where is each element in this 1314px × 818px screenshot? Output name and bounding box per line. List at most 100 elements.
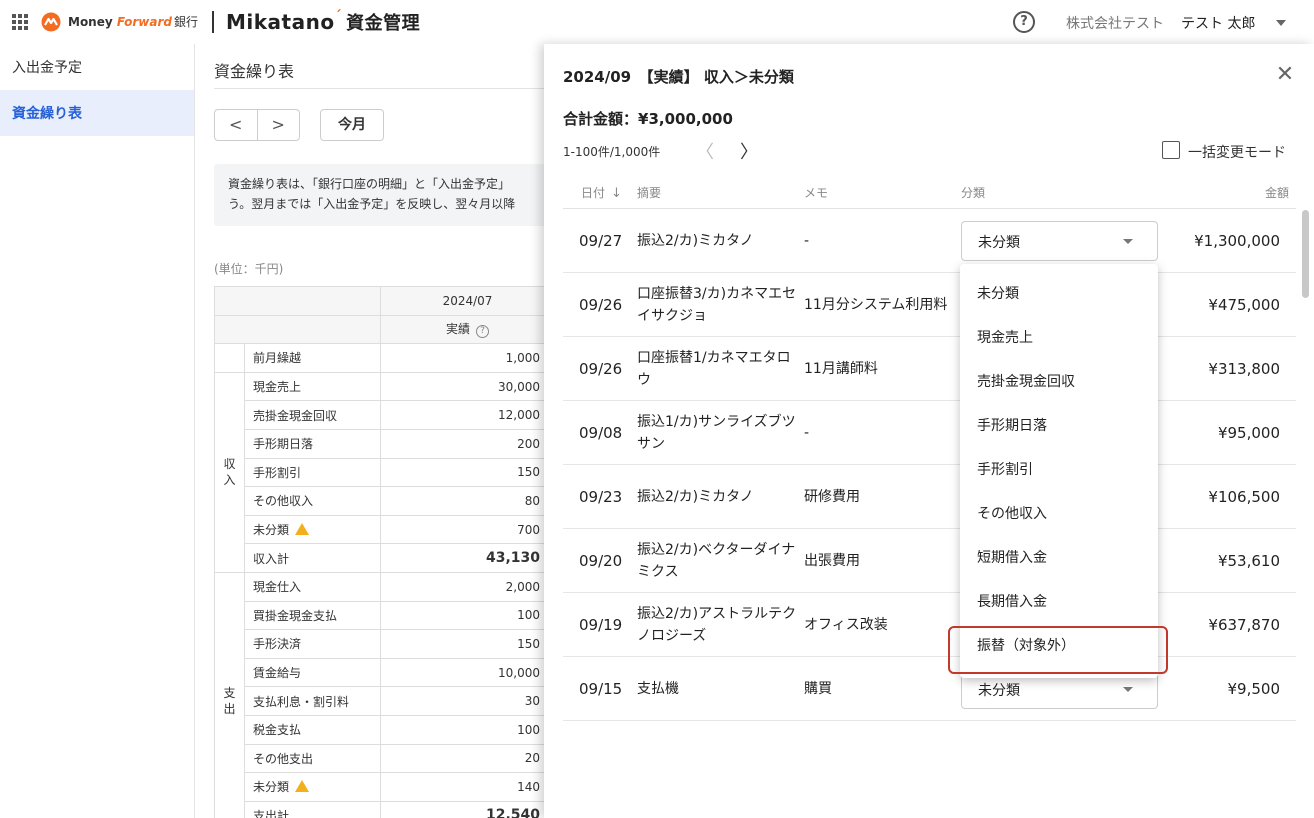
row-label: 未分類 xyxy=(244,514,381,545)
table-row: 支出 現金仕入 2,000 xyxy=(214,571,555,818)
dropdown-option[interactable]: 売掛金現金回収 xyxy=(960,360,1158,404)
row-date: 09/08 xyxy=(579,423,623,442)
user-menu-caret-icon[interactable] xyxy=(1276,20,1286,26)
table-row: 09/15 支払機 購買 未分類 ¥9,500 xyxy=(563,657,1296,721)
dropdown-option[interactable]: 短期借入金 xyxy=(960,536,1158,580)
row-value[interactable]: 30,000 xyxy=(380,371,555,402)
row-label: 手形期日落 xyxy=(244,428,381,459)
row-value[interactable]: 2,000 xyxy=(380,571,555,602)
row-value[interactable]: 20 xyxy=(380,743,555,774)
dropdown-option[interactable]: 長期借入金 xyxy=(960,580,1158,624)
row-value[interactable]: 80 xyxy=(380,486,555,516)
dropdown-option[interactable]: 未分類 xyxy=(960,272,1158,316)
category-select[interactable]: 未分類 xyxy=(961,221,1158,261)
row-label: 買掛金現金支払 xyxy=(244,600,381,631)
table-header-row: 2024/07 xyxy=(214,286,555,316)
row-value: 43,130 xyxy=(380,543,555,573)
total-amount: 合計金額：¥3,000,000 xyxy=(563,110,733,128)
app-grid-icon[interactable] xyxy=(12,14,28,30)
row-value[interactable]: 100 xyxy=(380,600,555,631)
caret-down-icon xyxy=(1123,239,1133,244)
app-header: Money Forward 銀行 Mikatano´ 資金管理 ? 株式会社テスト … xyxy=(0,0,1314,44)
row-date: 09/26 xyxy=(579,295,623,314)
next-page-icon[interactable]: 〉 xyxy=(740,138,758,164)
row-description: 振込2/カ)ミカタノ xyxy=(637,232,754,249)
caret-down-icon xyxy=(1123,687,1133,692)
help-icon[interactable]: ? xyxy=(1013,11,1035,33)
actual-header: 実績? xyxy=(380,314,555,345)
column-date[interactable]: 日付 ↓ xyxy=(581,184,622,201)
row-value[interactable]: 12,000 xyxy=(380,400,555,430)
dropdown-option[interactable]: その他収入 xyxy=(960,492,1158,536)
row-value[interactable]: 150 xyxy=(380,457,555,488)
month-header: 2024/07 xyxy=(380,286,555,316)
table-row: 手形割引 150 xyxy=(215,457,555,488)
table-row: 買掛金現金支払 100 xyxy=(215,600,555,631)
info-line-1: 資金繰り表は、「銀行口座の明細」と「入出金予定」 xyxy=(228,177,511,191)
user-name[interactable]: テスト 太郎 xyxy=(1181,13,1255,33)
row-memo: オフィス改装 xyxy=(804,616,888,633)
page-title: 資金繰り表 xyxy=(214,62,295,81)
row-date: 09/15 xyxy=(579,679,623,698)
row-memo: 購買 xyxy=(804,680,832,697)
row-date: 09/26 xyxy=(579,359,623,378)
row-amount: ¥53,610 xyxy=(1217,551,1280,570)
cashflow-table: 2024/07 実績? 前月繰越 1,000 収入 現金売上 30,000 売掛… xyxy=(214,286,555,818)
row-label: 支払利息・割引料 xyxy=(244,686,381,716)
row-label: 賃金給与 xyxy=(244,657,381,688)
highlight-box xyxy=(948,626,1168,674)
row-value[interactable]: 30 xyxy=(380,686,555,716)
table-row: 収入 現金売上 30,000 xyxy=(214,371,555,573)
row-value[interactable]: 700 xyxy=(380,514,555,545)
sidebar-item-schedule[interactable]: 入出金予定 xyxy=(0,44,194,90)
sort-down-icon[interactable]: ↓ xyxy=(611,186,622,201)
table-row: その他収入 80 xyxy=(215,486,555,516)
column-amount: 金額 xyxy=(1265,186,1290,200)
row-value[interactable]: 10,000 xyxy=(380,657,555,688)
help-icon[interactable]: ? xyxy=(476,325,489,339)
dropdown-option[interactable]: 現金売上 xyxy=(960,316,1158,360)
expense-group-label: 支出 xyxy=(214,571,245,818)
row-label: 収入計 xyxy=(244,543,381,573)
row-value[interactable]: 200 xyxy=(380,428,555,459)
row-memo: 11月分システム利用料 xyxy=(804,296,948,313)
dropdown-option[interactable]: 手形期日落 xyxy=(960,404,1158,448)
row-label: 支出計 xyxy=(244,800,381,818)
table-subheader-row: 実績? xyxy=(214,314,555,345)
row-memo: - xyxy=(804,232,810,249)
bulk-change-checkbox[interactable] xyxy=(1162,141,1180,159)
category-select-value: 未分類 xyxy=(978,683,1020,699)
transactions-drawer: 2024/09 【実績】 収入＞未分類 ✕ 合計金額：¥3,000,000 1-… xyxy=(544,44,1314,818)
row-description: 振込1/カ)サンライズブツサン xyxy=(637,413,796,452)
close-icon[interactable]: ✕ xyxy=(1274,64,1296,86)
row-date: 09/23 xyxy=(579,487,623,506)
this-month-button[interactable]: 今月 xyxy=(320,109,384,141)
column-category: 分類 xyxy=(961,186,986,200)
company-name: 株式会社テスト xyxy=(1066,16,1164,32)
row-value[interactable]: 140 xyxy=(380,772,555,802)
table-row: その他支出 20 xyxy=(215,743,555,774)
row-value[interactable]: 100 xyxy=(380,714,555,745)
row-value[interactable]: 150 xyxy=(380,629,555,659)
row-memo: 研修費用 xyxy=(804,488,860,505)
bulk-change-label[interactable]: 一括変更モード xyxy=(1188,142,1286,162)
row-description: 振込2/カ)アストラルテクノロジーズ xyxy=(637,605,797,644)
sidebar-item-cashflow[interactable]: 資金繰り表 xyxy=(0,90,194,136)
table-row: 賃金給与 10,000 xyxy=(215,657,555,688)
next-month-button[interactable]: > xyxy=(258,110,300,140)
category-dropdown: 未分類 現金売上 売掛金現金回収 手形期日落 手形割引 その他収入 短期借入金 … xyxy=(960,264,1158,678)
table-row: 支出計 12,540 xyxy=(215,800,555,818)
prev-page-icon[interactable]: 〈 xyxy=(696,138,714,164)
prev-month-button[interactable]: < xyxy=(215,110,258,140)
row-description: 振込2/カ)ミカタノ xyxy=(637,488,754,505)
pagination-count: 1-100件/1,000件 xyxy=(563,145,661,159)
info-line-2: う。翌月までは「入出金予定」を反映し、翌々月以降 xyxy=(228,197,516,211)
row-description: 口座振替3/カ)カネマエセイサクジョ xyxy=(637,285,797,324)
header-divider xyxy=(212,11,214,33)
table-row: 未分類 700 xyxy=(215,514,555,545)
table-row: 手形期日落 200 xyxy=(215,428,555,459)
table-row: 09/23 振込2/カ)ミカタノ 研修費用 ¥106,500 xyxy=(563,465,1296,529)
row-label: 現金仕入 xyxy=(244,571,381,602)
scrollbar[interactable] xyxy=(1302,210,1309,298)
dropdown-option[interactable]: 手形割引 xyxy=(960,448,1158,492)
